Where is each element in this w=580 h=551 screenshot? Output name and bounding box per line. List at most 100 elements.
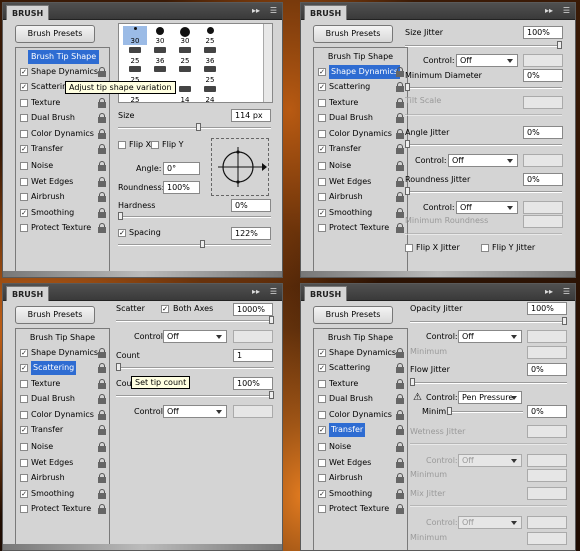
lock-icon[interactable] (396, 473, 404, 484)
sidebar-item-scattering[interactable]: ✓ Scattering (314, 361, 407, 375)
count-control-select[interactable]: Off (163, 405, 227, 418)
brush-tip[interactable]: 25 (198, 26, 222, 45)
lock-icon[interactable] (396, 192, 404, 203)
sidebar-item-brush-tip-shape[interactable]: Brush Tip Shape (314, 331, 407, 345)
flip-x-checkbox[interactable] (118, 141, 126, 149)
lock-icon[interactable] (98, 457, 106, 468)
sidebar-item-texture[interactable]: Texture (314, 96, 407, 110)
checkbox[interactable] (20, 379, 28, 388)
panel-menu-icon[interactable]: ☰ (563, 287, 570, 297)
slider-thumb[interactable] (562, 317, 567, 325)
sidebar-item-dual-brush[interactable]: Dual Brush (16, 392, 109, 406)
lock-icon[interactable] (396, 504, 404, 514)
slider-thumb[interactable] (405, 83, 410, 91)
lock-icon[interactable] (396, 176, 404, 187)
checkbox[interactable] (318, 395, 326, 404)
checkbox[interactable]: ✓ (20, 426, 28, 434)
count-slider[interactable] (116, 363, 274, 371)
sidebar-item-scattering[interactable]: ✓ Scattering (314, 80, 407, 94)
panel-tab-brush[interactable]: BRUSH (304, 286, 348, 301)
brush-presets-button[interactable]: Brush Presets (313, 25, 393, 43)
sidebar-item-dual-brush[interactable]: Dual Brush (314, 111, 407, 125)
scatter-slider[interactable] (116, 316, 274, 324)
lock-icon[interactable] (396, 67, 404, 77)
lock-icon[interactable] (396, 82, 404, 93)
scatter-field[interactable]: 1000% (233, 303, 273, 316)
brush-tip[interactable]: 25 (198, 65, 222, 84)
roundness-jitter-field[interactable]: 0% (523, 173, 563, 186)
lock-icon[interactable] (98, 394, 106, 405)
opacity-control-select[interactable]: Off (458, 330, 522, 343)
size-slider[interactable] (118, 123, 271, 131)
count-jitter-field[interactable]: 100% (233, 377, 273, 390)
brush-tip[interactable]: 36 (198, 46, 222, 65)
lock-icon[interactable] (396, 488, 404, 499)
sidebar-item-protect-texture[interactable]: Protect Texture (314, 502, 407, 516)
flow-jitter-field[interactable]: 0% (527, 363, 567, 376)
lock-icon[interactable] (396, 394, 404, 405)
panel-menu-icon[interactable]: ☰ (270, 287, 277, 297)
checkbox[interactable] (20, 395, 28, 404)
lock-icon[interactable] (396, 113, 404, 124)
collapse-icon[interactable]: ▸▸ (545, 6, 553, 16)
sidebar-item-noise[interactable]: Noise (16, 159, 109, 173)
angle-control-select[interactable]: Off (448, 154, 518, 167)
roundness-field[interactable]: 100% (163, 181, 200, 194)
brush-tip[interactable]: 30 (148, 26, 172, 45)
lock-icon[interactable] (98, 442, 106, 453)
checkbox[interactable] (318, 410, 326, 419)
checkbox[interactable] (20, 162, 28, 171)
sidebar-item-smoothing[interactable]: ✓ Smoothing (314, 206, 407, 220)
sidebar-item-noise[interactable]: Noise (16, 440, 109, 454)
lock-icon[interactable] (98, 473, 106, 484)
flow-jitter-slider[interactable] (410, 378, 567, 386)
lock-icon[interactable] (396, 207, 404, 218)
brush-presets-button[interactable]: Brush Presets (313, 306, 393, 324)
lock-icon[interactable] (396, 161, 404, 172)
panel-tab-brush[interactable]: BRUSH (6, 5, 50, 20)
both-axes-checkbox[interactable]: ✓ (161, 305, 169, 313)
checkbox[interactable] (20, 129, 28, 138)
sidebar-item-transfer[interactable]: ✓ Transfer (16, 142, 109, 156)
brush-tip[interactable]: 30 (123, 26, 147, 45)
sidebar-item-noise[interactable]: Noise (314, 440, 407, 454)
lock-icon[interactable] (396, 409, 404, 420)
checkbox[interactable] (318, 443, 326, 452)
checkbox[interactable] (318, 224, 326, 232)
lock-icon[interactable] (98, 192, 106, 203)
collapse-icon[interactable]: ▸▸ (545, 287, 553, 297)
lock-icon[interactable] (98, 128, 106, 139)
hardness-field[interactable]: 0% (231, 199, 271, 212)
panel-tab-brush[interactable]: BRUSH (304, 5, 348, 20)
checkbox[interactable] (20, 443, 28, 452)
sidebar-item-texture[interactable]: Texture (16, 96, 109, 110)
checkbox[interactable] (318, 98, 326, 107)
slider-thumb[interactable] (116, 363, 121, 371)
checkbox[interactable] (20, 114, 28, 123)
checkbox[interactable] (318, 379, 326, 388)
sidebar-item-transfer[interactable]: ✓ Transfer (314, 423, 407, 437)
flip-y-jitter-checkbox[interactable] (481, 244, 489, 252)
checkbox[interactable]: ✓ (318, 349, 326, 357)
lock-icon[interactable] (98, 67, 106, 77)
roundness-jitter-slider[interactable] (405, 187, 562, 195)
opacity-jitter-field[interactable]: 100% (527, 302, 567, 315)
sidebar-item-shape-dynamics[interactable]: ✓ Shape Dynamics (16, 346, 109, 360)
checkbox[interactable]: ✓ (318, 145, 326, 153)
angle-jitter-slider[interactable] (405, 140, 562, 148)
sidebar-item-noise[interactable]: Noise (314, 159, 407, 173)
slider-thumb[interactable] (269, 391, 274, 399)
checkbox[interactable] (20, 410, 28, 419)
checkbox[interactable] (318, 474, 326, 483)
sidebar-item-brush-tip-shape[interactable]: Brush Tip Shape (16, 331, 109, 345)
sidebar-item-airbrush[interactable]: Airbrush (314, 471, 407, 485)
panel-tab-brush[interactable]: BRUSH (6, 286, 50, 301)
checkbox[interactable]: ✓ (20, 208, 28, 217)
lock-icon[interactable] (98, 223, 106, 233)
flow-control-select[interactable]: Pen Pressure (458, 391, 522, 404)
lock-icon[interactable] (98, 425, 106, 435)
lock-icon[interactable] (396, 97, 404, 108)
sidebar-item-dual-brush[interactable]: Dual Brush (16, 111, 109, 125)
brush-presets-button[interactable]: Brush Presets (15, 306, 95, 324)
sidebar-item-protect-texture[interactable]: Protect Texture (314, 221, 407, 235)
